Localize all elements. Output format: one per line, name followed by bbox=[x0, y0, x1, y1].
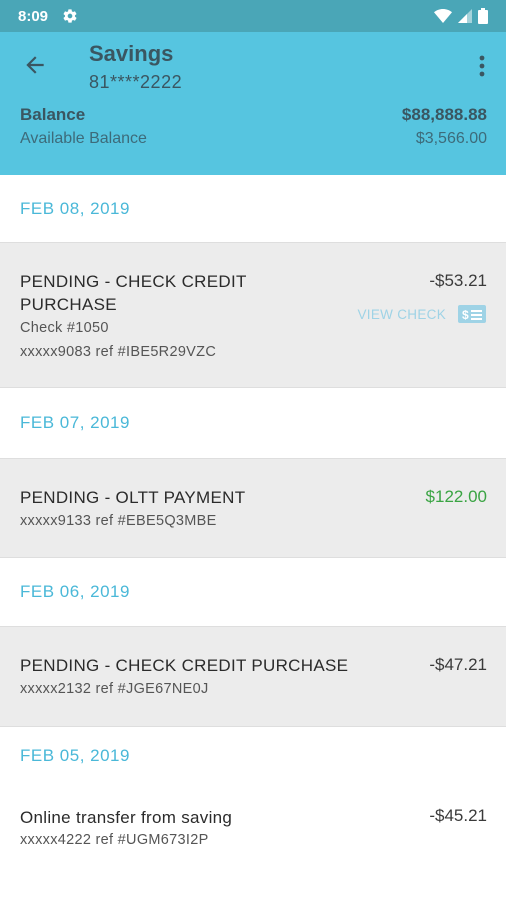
transaction-ref: xxxxx2132 ref #JGE67NE0J bbox=[20, 681, 209, 697]
date-header: FEB 05, 2019 bbox=[0, 727, 506, 785]
check-icon: $ bbox=[458, 305, 486, 323]
date-header: FEB 07, 2019 bbox=[0, 388, 506, 458]
transaction-ref: xxxxx9133 ref #EBE5Q3MBE bbox=[20, 513, 217, 529]
svg-text:$: $ bbox=[462, 308, 469, 322]
wifi-icon bbox=[434, 9, 452, 23]
more-vert-icon[interactable] bbox=[478, 54, 486, 78]
transaction-row[interactable]: Online transfer from saving xxxxx4222 re… bbox=[0, 785, 506, 895]
transaction-amount: -$47.21 bbox=[429, 655, 487, 674]
account-number: 81****2222 bbox=[89, 72, 183, 92]
transaction-amount: $122.00 bbox=[425, 487, 487, 506]
transaction-description: PENDING - OLTT PAYMENT bbox=[20, 488, 246, 507]
transaction-row[interactable]: PENDING - OLTT PAYMENT xxxxx9133 ref #EB… bbox=[0, 458, 506, 558]
balance-label: Balance bbox=[20, 105, 86, 124]
balance-value: $88,888.88 bbox=[401, 105, 487, 124]
battery-icon bbox=[478, 8, 488, 24]
transaction-description: PENDING - CHECK CREDIT PURCHASE bbox=[20, 656, 349, 675]
available-balance-value: $3,566.00 bbox=[415, 130, 487, 147]
gear-icon bbox=[63, 9, 77, 23]
transaction-description: Online transfer from saving bbox=[20, 808, 233, 827]
transaction-description: PENDING - CHECK CREDIT bbox=[20, 272, 247, 291]
view-check-label: VIEW CHECK bbox=[357, 306, 446, 322]
back-arrow-icon[interactable] bbox=[22, 52, 48, 78]
transaction-amount: -$53.21 bbox=[429, 271, 487, 290]
date-header: FEB 08, 2019 bbox=[0, 175, 506, 242]
account-header: Savings 81****2222 Balance $88,888.88 Av… bbox=[0, 32, 506, 175]
status-icons bbox=[434, 8, 488, 24]
signal-icon bbox=[458, 9, 472, 23]
view-check-button[interactable]: VIEW CHECK $ bbox=[357, 305, 486, 323]
transaction-amount: -$45.21 bbox=[429, 806, 487, 825]
available-balance-label: Available Balance bbox=[20, 130, 147, 147]
transaction-row[interactable]: PENDING - CHECK CREDIT PURCHASE Check #1… bbox=[0, 242, 506, 388]
transaction-ref: xxxxx9083 ref #IBE5R29VZC bbox=[20, 344, 217, 360]
status-bar: 8:09 bbox=[0, 0, 506, 32]
transaction-description-line2: PURCHASE bbox=[20, 295, 117, 314]
check-number: Check #1050 bbox=[20, 320, 109, 336]
transaction-list: FEB 08, 2019 PENDING - CHECK CREDIT PURC… bbox=[0, 175, 506, 895]
transaction-row[interactable]: PENDING - CHECK CREDIT PURCHASE xxxxx213… bbox=[0, 626, 506, 727]
date-header: FEB 06, 2019 bbox=[0, 558, 506, 626]
page-title: Savings bbox=[89, 41, 174, 66]
transaction-ref: xxxxx4222 ref #UGM673I2P bbox=[20, 832, 209, 848]
status-time: 8:09 bbox=[18, 7, 49, 25]
